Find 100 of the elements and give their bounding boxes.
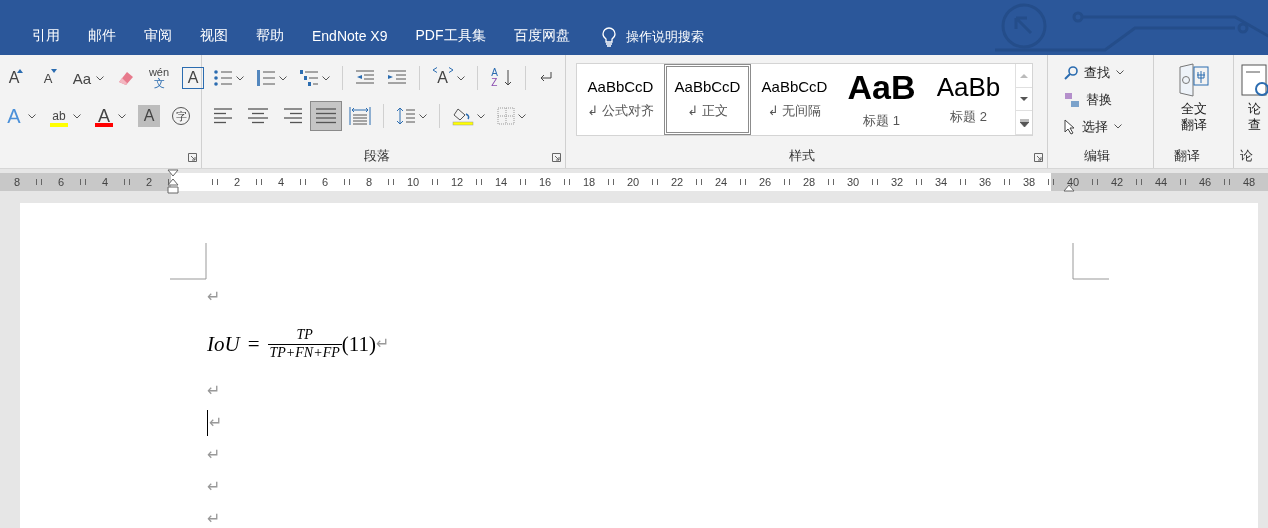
ruler-number: 38 — [1022, 176, 1036, 188]
style-preview: AaB — [847, 69, 916, 104]
enclose-characters-button[interactable]: 字 — [167, 101, 195, 131]
distributed-icon — [349, 106, 371, 126]
translate-button[interactable]: 全文翻译 — [1160, 59, 1227, 133]
paper-check-button[interactable]: 论查 — [1240, 59, 1268, 133]
paint-bucket-icon — [452, 106, 474, 126]
dropdown-caret-icon[interactable] — [28, 113, 36, 119]
replace-icon — [1064, 91, 1080, 108]
translate-icon — [1176, 63, 1211, 97]
group-label: 编辑 — [1082, 147, 1111, 165]
dropdown-caret-icon[interactable] — [118, 113, 126, 119]
dropdown-caret-icon[interactable] — [236, 75, 244, 81]
style-name: ↲ 正文 — [687, 102, 728, 120]
dropdown-caret-icon[interactable] — [456, 75, 465, 81]
paragraph-mark: ↵ — [207, 383, 221, 399]
style-name: 标题 2 — [950, 107, 987, 126]
paragraph-mark: ↵ — [375, 336, 390, 352]
ruler-number: 36 — [978, 176, 992, 188]
bullets-icon — [213, 69, 233, 87]
ribbon-tab[interactable]: 视图 — [186, 22, 242, 52]
dropdown-caret-icon[interactable] — [419, 113, 427, 119]
style-gallery-item[interactable]: AaBbCcD ↲ 公式对齐 — [577, 64, 664, 135]
dropdown-caret-icon[interactable] — [96, 75, 104, 81]
borders-icon — [497, 107, 515, 125]
style-name: ↲ 公式对齐 — [587, 102, 654, 120]
style-name: ↲ 无间隔 — [767, 102, 822, 120]
change-case-icon: Aa — [71, 67, 93, 89]
align-left-icon — [213, 107, 235, 125]
align-right-icon — [281, 107, 303, 125]
ruler-number: 18 — [582, 176, 596, 188]
group-label: 论 — [1240, 147, 1253, 165]
ruler-number: 34 — [934, 176, 948, 188]
ruler-number: 10 — [406, 176, 420, 188]
paragraph-mark: ↵ — [207, 447, 221, 463]
ruler-number: 6 — [57, 176, 65, 188]
search-icon — [1064, 65, 1078, 80]
paragraph-mark: ↵ — [207, 479, 221, 495]
ruler-number: 12 — [450, 176, 464, 188]
dropdown-caret-icon[interactable] — [322, 75, 330, 81]
style-gallery-item[interactable]: AaBbCcD ↲ 正文 — [664, 64, 751, 135]
editing-button[interactable]: 选择 — [1060, 113, 1147, 140]
dialog-launcher-icon[interactable] — [552, 153, 561, 162]
ruler-number: 22 — [670, 176, 684, 188]
style-preview: AaBb — [936, 73, 1001, 100]
justify-icon — [315, 107, 337, 125]
editing-button[interactable]: 查找 — [1060, 59, 1147, 86]
ruler-number: 2 — [145, 176, 153, 188]
indent-marker-icon[interactable] — [167, 169, 179, 197]
ruler-number: 26 — [758, 176, 772, 188]
dialog-launcher-icon[interactable] — [1034, 153, 1043, 162]
tell-me-search[interactable]: 操作说明搜索 — [601, 27, 704, 47]
ruler-number: 4 — [277, 176, 285, 188]
ribbon-tab[interactable]: 百度网盘 — [499, 22, 584, 52]
dropdown-caret-icon[interactable] — [1114, 124, 1122, 129]
justify-button[interactable] — [310, 101, 342, 131]
down-arrow-icon — [1020, 96, 1028, 102]
ribbon-tab[interactable]: 引用 — [18, 22, 74, 52]
pointer-icon — [1064, 118, 1076, 135]
ruler-number: 24 — [714, 176, 728, 188]
dropdown-caret-icon[interactable] — [1116, 70, 1124, 75]
ribbon-tab[interactable]: PDF工具集 — [401, 22, 500, 52]
ruler-number: 40 — [1066, 176, 1080, 188]
numbering-icon — [256, 69, 276, 87]
style-gallery-item[interactable]: AaBb 标题 2 — [925, 64, 1012, 135]
ruler-number: 48 — [1242, 176, 1256, 188]
dropdown-caret-icon[interactable] — [73, 113, 81, 119]
ruler-number: 6 — [321, 176, 329, 188]
ruler-number: 32 — [890, 176, 904, 188]
ruler-number: 30 — [846, 176, 860, 188]
ruler-number: 20 — [626, 176, 640, 188]
ruler-number: 8 — [365, 176, 373, 188]
ruler-number: 4 — [101, 176, 109, 188]
ribbon-tab[interactable]: 邮件 — [74, 22, 130, 52]
multilevel-list-icon — [299, 69, 319, 87]
lightbulb-icon — [601, 27, 616, 47]
ruler-number: 14 — [494, 176, 508, 188]
highlight-button[interactable]: ab — [43, 101, 86, 131]
ribbon-tab[interactable]: 帮助 — [242, 22, 298, 52]
style-gallery-item[interactable]: AaB 标题 1 — [838, 64, 925, 135]
up-arrow-icon — [1020, 72, 1028, 78]
ribbon-tab[interactable]: 审阅 — [130, 22, 186, 52]
decrease-indent-icon — [354, 69, 375, 87]
ruler-number: 28 — [802, 176, 816, 188]
font-color-button[interactable]: A — [88, 101, 131, 131]
dialog-launcher-icon[interactable] — [188, 153, 197, 162]
ribbon-tab[interactable]: EndNote X9 — [298, 23, 402, 51]
style-name: 标题 1 — [863, 111, 900, 130]
group-label: 段落 — [362, 147, 391, 165]
editing-button[interactable]: 替换 — [1060, 86, 1147, 113]
asian-layout-button[interactable]: A — [426, 63, 470, 93]
margin-corner-mark — [170, 243, 207, 280]
dropdown-caret-icon[interactable] — [477, 113, 485, 119]
dropdown-caret-icon[interactable] — [279, 75, 287, 81]
text-effects-icon: A — [3, 105, 25, 127]
style-gallery-item[interactable]: AaBbCcD ↲ 无间隔 — [751, 64, 838, 135]
dropdown-caret-icon[interactable] — [518, 113, 526, 119]
ruler-number: 8 — [13, 176, 21, 188]
align-center-icon — [247, 107, 269, 125]
change-case-button[interactable]: Aa — [66, 63, 109, 93]
